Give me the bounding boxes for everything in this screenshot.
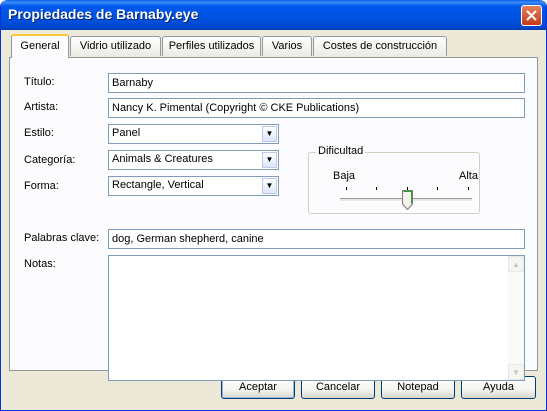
tab-label: Varios bbox=[271, 40, 303, 52]
tab-varios[interactable]: Varios bbox=[262, 36, 312, 56]
categoria-dropdown[interactable]: Animals & Creatures ▼ bbox=[108, 150, 279, 170]
dropdown-button[interactable]: ▼ bbox=[262, 152, 277, 168]
tab-general[interactable]: General bbox=[11, 34, 69, 58]
artista-field[interactable]: Nancy K. Pimental (Copyright © CKE Publi… bbox=[108, 98, 525, 118]
close-icon bbox=[526, 10, 537, 21]
tab-perfiles-utilizados[interactable]: Perfiles utilizados bbox=[162, 36, 261, 56]
forma-value: Rectangle, Vertical bbox=[112, 179, 204, 191]
close-button[interactable] bbox=[521, 5, 542, 26]
dificultad-slider-thumb[interactable] bbox=[402, 190, 413, 211]
categoria-value: Animals & Creatures bbox=[112, 153, 213, 165]
notas-textarea[interactable]: ▲ ▼ bbox=[108, 255, 525, 381]
slider-tick bbox=[437, 187, 438, 190]
tab-vidrio-utilizado[interactable]: Vidrio utilizado bbox=[70, 36, 161, 56]
titulo-field[interactable]: Barnaby bbox=[108, 73, 525, 93]
categoria-label: Categoría: bbox=[24, 154, 76, 166]
scroll-up-button[interactable]: ▲ bbox=[508, 256, 524, 272]
artista-label: Artista: bbox=[24, 101, 59, 113]
tab-label: Vidrio utilizado bbox=[79, 40, 152, 52]
general-tab-panel: Título: Barnaby Artista: Nancy K. Piment… bbox=[9, 57, 538, 381]
chevron-down-icon: ▼ bbox=[265, 155, 274, 164]
notas-label: Notas: bbox=[24, 258, 56, 270]
notas-scrollbar[interactable]: ▲ ▼ bbox=[508, 256, 524, 380]
estilo-value: Panel bbox=[112, 127, 141, 139]
dialog-client: General Vidrio utilizado Perfiles utiliz… bbox=[4, 30, 543, 407]
slider-tick bbox=[346, 187, 347, 190]
chevron-down-icon: ▼ bbox=[265, 129, 274, 138]
chevron-down-icon: ▼ bbox=[512, 367, 520, 377]
forma-dropdown[interactable]: Rectangle, Vertical ▼ bbox=[108, 176, 279, 196]
palabras-clave-label: Palabras clave: bbox=[24, 232, 100, 244]
tab-label: Perfiles utilizados bbox=[168, 40, 255, 52]
dificultad-label: Dificultad bbox=[316, 145, 366, 157]
estilo-label: Estilo: bbox=[24, 127, 54, 139]
forma-label: Forma: bbox=[24, 180, 59, 192]
dropdown-button[interactable]: ▼ bbox=[262, 178, 277, 194]
slider-tick bbox=[376, 187, 377, 190]
tab-costes-de-construccion[interactable]: Costes de construcción bbox=[313, 36, 447, 56]
estilo-dropdown[interactable]: Panel ▼ bbox=[108, 124, 279, 144]
dropdown-button[interactable]: ▼ bbox=[262, 126, 277, 142]
tab-label: Costes de construcción bbox=[322, 40, 438, 52]
slider-tick bbox=[468, 187, 469, 190]
chevron-down-icon: ▼ bbox=[265, 181, 274, 190]
dificultad-groupbox bbox=[308, 152, 480, 214]
scroll-down-button[interactable]: ▼ bbox=[508, 364, 524, 380]
alta-label: Alta bbox=[459, 170, 478, 182]
properties-dialog: Propiedades de Barnaby.eye General Vidri… bbox=[0, 0, 547, 411]
slider-thumb-icon bbox=[402, 190, 413, 211]
title-bar[interactable]: Propiedades de Barnaby.eye bbox=[1, 0, 546, 30]
window-title: Propiedades de Barnaby.eye bbox=[8, 6, 199, 22]
chevron-up-icon: ▲ bbox=[512, 259, 520, 269]
titulo-label: Título: bbox=[24, 76, 55, 88]
palabras-clave-field[interactable]: dog, German shepherd, canine bbox=[108, 229, 525, 249]
tab-label: General bbox=[20, 40, 60, 52]
baja-label: Baja bbox=[333, 170, 356, 182]
